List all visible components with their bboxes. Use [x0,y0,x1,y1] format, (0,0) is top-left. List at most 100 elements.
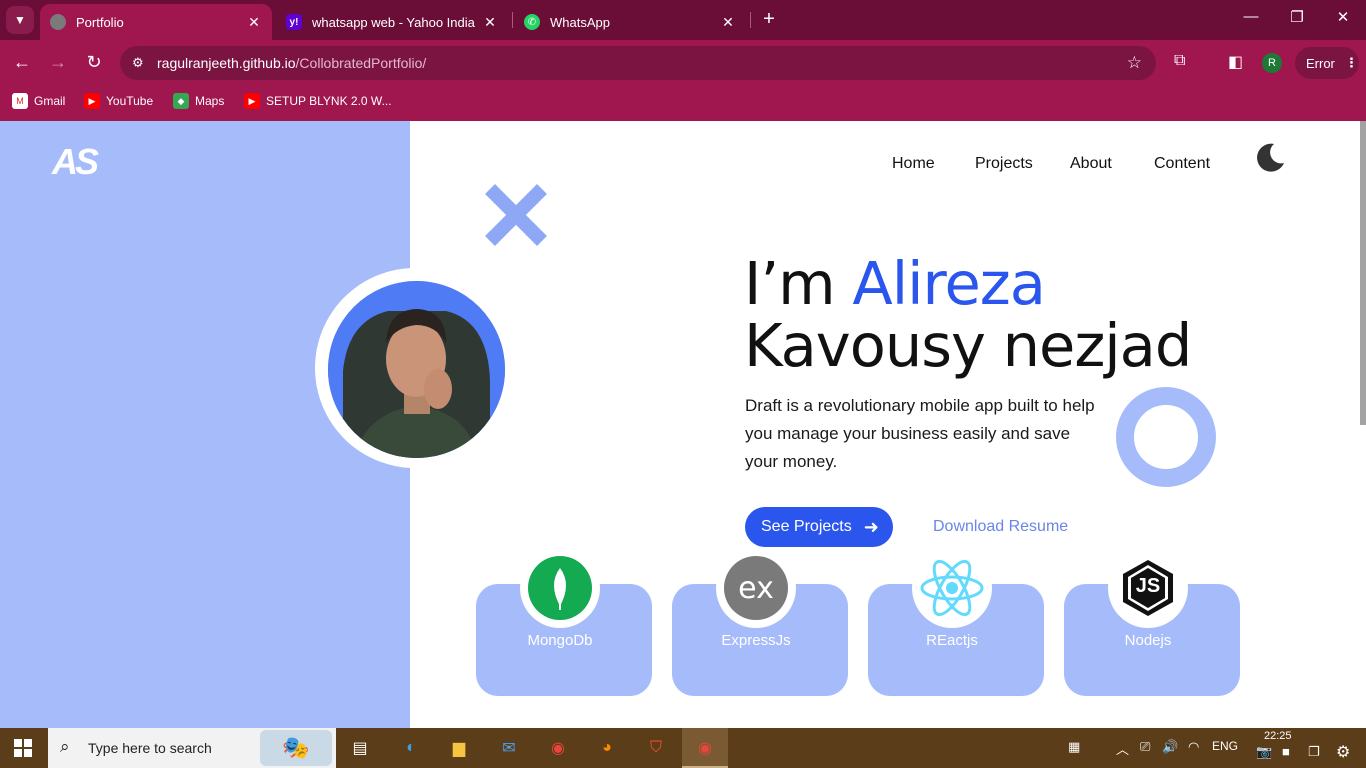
skill-badge [912,548,992,628]
skill-label: Nodejs [1124,632,1172,649]
chrome-icon[interactable]: ◉ [546,736,570,760]
site-settings-icon[interactable]: ⚙ [132,55,144,71]
whatsapp-icon: ✆ [524,14,540,30]
hero-heading-line2: Kavousy nezjad [744,311,1192,380]
bookmark-youtube[interactable]: ▶ YouTube [84,93,153,109]
bookmark-gmail[interactable]: M Gmail [12,93,65,109]
search-icon: ⌕ [60,737,70,756]
news-widget-icon[interactable]: ▦ [1068,739,1080,755]
camera-icon[interactable]: 📷 [1256,744,1272,760]
maps-icon: ◆ [173,93,189,109]
skill-label: MongoDb [527,632,593,649]
youtube-icon: ▶ [84,93,100,109]
tab-search-button[interactable]: ▼ [6,6,34,34]
tab-strip: ▼ Portfolio ✕ y! whatsapp web - Yahoo In… [0,0,1366,40]
express-icon: ex [724,556,788,620]
skill-card-expressjs[interactable]: ex ExpressJs [672,548,848,696]
hero-heading-line1: I’m Alireza [744,249,1046,318]
bookmarks-bar: M Gmail ▶ YouTube ◆ Maps ▶ SETUP BLYNK 2… [0,86,1366,121]
see-projects-button[interactable]: See Projects ➜ [745,507,893,547]
close-window-button[interactable]: ✕ [1320,8,1366,26]
nav-projects[interactable]: Projects [975,155,1033,173]
close-icon[interactable]: ✕ [482,14,498,31]
hero-description: Draft is a revolutionary mobile app buil… [745,396,1095,471]
page-scrollbar[interactable] [1360,121,1366,425]
brave-icon[interactable]: ⛉ [644,736,668,760]
bookmark-maps[interactable]: ◆ Maps [173,93,224,109]
see-projects-label: See Projects [761,518,852,535]
language-indicator[interactable]: ENG [1212,739,1238,753]
yahoo-icon: y! [286,14,302,30]
url-host: ragulranjeeth.github.io [157,55,296,71]
bookmark-label: YouTube [106,94,154,108]
close-icon[interactable]: ✕ [720,14,736,31]
skill-badge [520,548,600,628]
side-panel-icon[interactable]: ◧ [1228,52,1243,72]
search-highlight-image[interactable]: 🎭 [260,730,332,766]
nodejs-icon: JS [1120,558,1176,618]
wifi-icon[interactable]: ◠ [1188,739,1199,755]
skill-label: ExpressJs [721,632,791,649]
search-placeholder: Type here to search [88,740,212,756]
error-menu-button[interactable]: Error ⋮ [1295,47,1359,79]
decorative-ring [1116,387,1216,487]
volume-icon[interactable]: 🔊 [1162,739,1178,755]
chrome-icon: ◉ [698,740,712,757]
tab-portfolio[interactable]: Portfolio ✕ [40,4,272,40]
taskbar-search-box[interactable]: ⌕ Type here to search 🎭 [48,728,336,768]
edge-icon[interactable]: ◐ [399,736,423,760]
globe-icon [50,14,66,30]
windows-start-icon[interactable] [14,739,32,757]
bookmark-star-icon[interactable]: ☆ [1127,53,1142,73]
arrow-right-icon: ➜ [863,516,879,537]
restore-button[interactable]: ❐ [1274,8,1320,26]
tab-yahoo-search[interactable]: y! whatsapp web - Yahoo India Se ✕ [276,4,508,40]
video-icon[interactable]: ■ [1282,744,1290,759]
skill-label: REactjs [926,632,978,649]
hero-prefix: I’m [744,249,853,318]
firefox-icon[interactable]: ◕ [595,736,619,760]
file-explorer-icon[interactable]: ▆ [447,736,471,760]
error-label: Error [1306,55,1335,71]
settings-gear-icon[interactable]: ⚙ [1336,742,1350,762]
dark-mode-moon-icon[interactable] [1254,141,1286,173]
bookmark-label: Gmail [34,94,66,108]
reload-button[interactable]: ↻ [82,52,106,73]
chrome-profile-taskbar-button[interactable]: ◉ [682,728,728,768]
download-resume-link[interactable]: Download Resume [933,518,1068,536]
tab-divider [512,12,513,28]
tab-title: Portfolio [76,14,124,30]
decorative-cross-icon [485,184,547,246]
tab-whatsapp[interactable]: ✆ WhatsApp ✕ [514,4,746,40]
youtube-icon: ▶ [244,93,260,109]
site-logo[interactable]: AS [52,141,99,183]
minimize-button[interactable]: — [1228,8,1274,25]
nav-about[interactable]: About [1070,155,1112,173]
extensions-icon[interactable]: ⧉ [1174,52,1185,70]
meet-now-icon[interactable]: ⎚ [1140,739,1150,755]
back-button[interactable]: ← [10,52,34,73]
tab-divider [750,12,751,28]
skill-card-nodejs[interactable]: JS Nodejs [1064,548,1240,696]
profile-avatar[interactable]: R [1262,53,1282,73]
windows-taskbar: ⌕ Type here to search 🎭 ▤ ◐ ▆ ✉ ◉ ◕ ⛉ ◉ … [0,728,1366,768]
nav-content[interactable]: Content [1154,155,1210,173]
snip-icon[interactable]: ❐ [1308,744,1320,760]
chevron-up-icon[interactable]: ︿ [1116,739,1129,758]
mongodb-icon [528,556,592,620]
new-tab-button[interactable]: + [758,8,780,31]
gmail-icon: M [12,93,28,109]
clock[interactable]: 22:25 [1264,730,1292,742]
nav-home[interactable]: Home [892,155,935,173]
task-view-icon[interactable]: ▤ [348,736,372,760]
close-icon[interactable]: ✕ [246,14,262,31]
bookmark-label: Maps [195,94,225,108]
skill-card-reactjs[interactable]: REactjs [868,548,1044,696]
react-icon [920,559,984,617]
url-text[interactable]: ragulranjeeth.github.io/CollobratedPortf… [157,55,426,71]
skill-card-mongodb[interactable]: MongoDb [476,548,652,696]
forward-button[interactable]: → [46,52,70,73]
mail-icon[interactable]: ✉ [497,736,521,760]
bookmark-setup-blynk[interactable]: ▶ SETUP BLYNK 2.0 W... [244,93,392,109]
address-bar[interactable]: ⚙ ragulranjeeth.github.io/CollobratedPor… [120,46,1156,80]
